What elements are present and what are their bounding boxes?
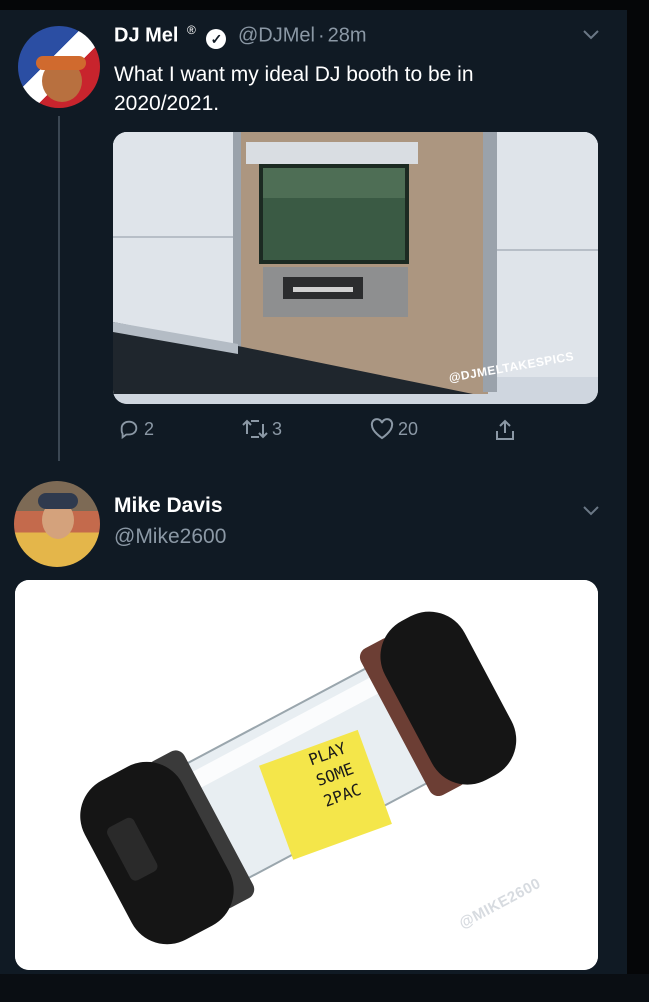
screen-top-edge — [0, 0, 649, 10]
screen-bottom-edge — [0, 974, 649, 1002]
chevron-down-icon[interactable] — [582, 500, 600, 523]
avatar[interactable] — [14, 481, 100, 567]
thread-connector — [58, 116, 60, 461]
like-count: 20 — [398, 418, 419, 439]
retweet-count: 3 — [272, 418, 283, 439]
avatar[interactable] — [18, 26, 100, 108]
user-handle[interactable]: @DJMel — [238, 25, 315, 47]
reply-count: 2 — [144, 418, 155, 439]
retweet-button[interactable]: 3 — [242, 418, 282, 440]
display-name[interactable]: Mike Davis — [114, 494, 223, 518]
like-button[interactable]: 20 — [370, 418, 418, 440]
timestamp[interactable]: 28m — [328, 25, 367, 47]
verified-icon: ✓ — [206, 28, 227, 49]
tweet-actions: 2 3 20 — [0, 418, 649, 448]
tweet-image[interactable]: @DJMELTAKESPICS — [113, 132, 598, 404]
share-button[interactable] — [494, 418, 520, 442]
registered-mark: ® — [187, 23, 196, 37]
reply-icon — [120, 420, 138, 440]
heart-icon — [370, 418, 394, 440]
tweet-header: DJ Mel ® ✓ @DJMel · 28m — [114, 23, 367, 49]
user-handle[interactable]: @Mike2600 — [114, 525, 226, 549]
screen-right-edge — [627, 0, 649, 1002]
tweet-image[interactable]: PLAY SOME 2PAC @MIKE2600 — [15, 580, 598, 970]
separator-dot: · — [317, 24, 325, 47]
share-icon — [496, 419, 514, 440]
reply-button[interactable]: 2 — [118, 418, 154, 440]
avatar-cap — [38, 493, 78, 509]
chevron-down-icon[interactable] — [582, 24, 600, 47]
retweet-icon — [242, 419, 268, 439]
avatar-cap — [36, 56, 86, 70]
tweet-text: What I want my ideal DJ booth to be in 2… — [114, 63, 474, 115]
display-name[interactable]: DJ Mel — [114, 25, 178, 47]
